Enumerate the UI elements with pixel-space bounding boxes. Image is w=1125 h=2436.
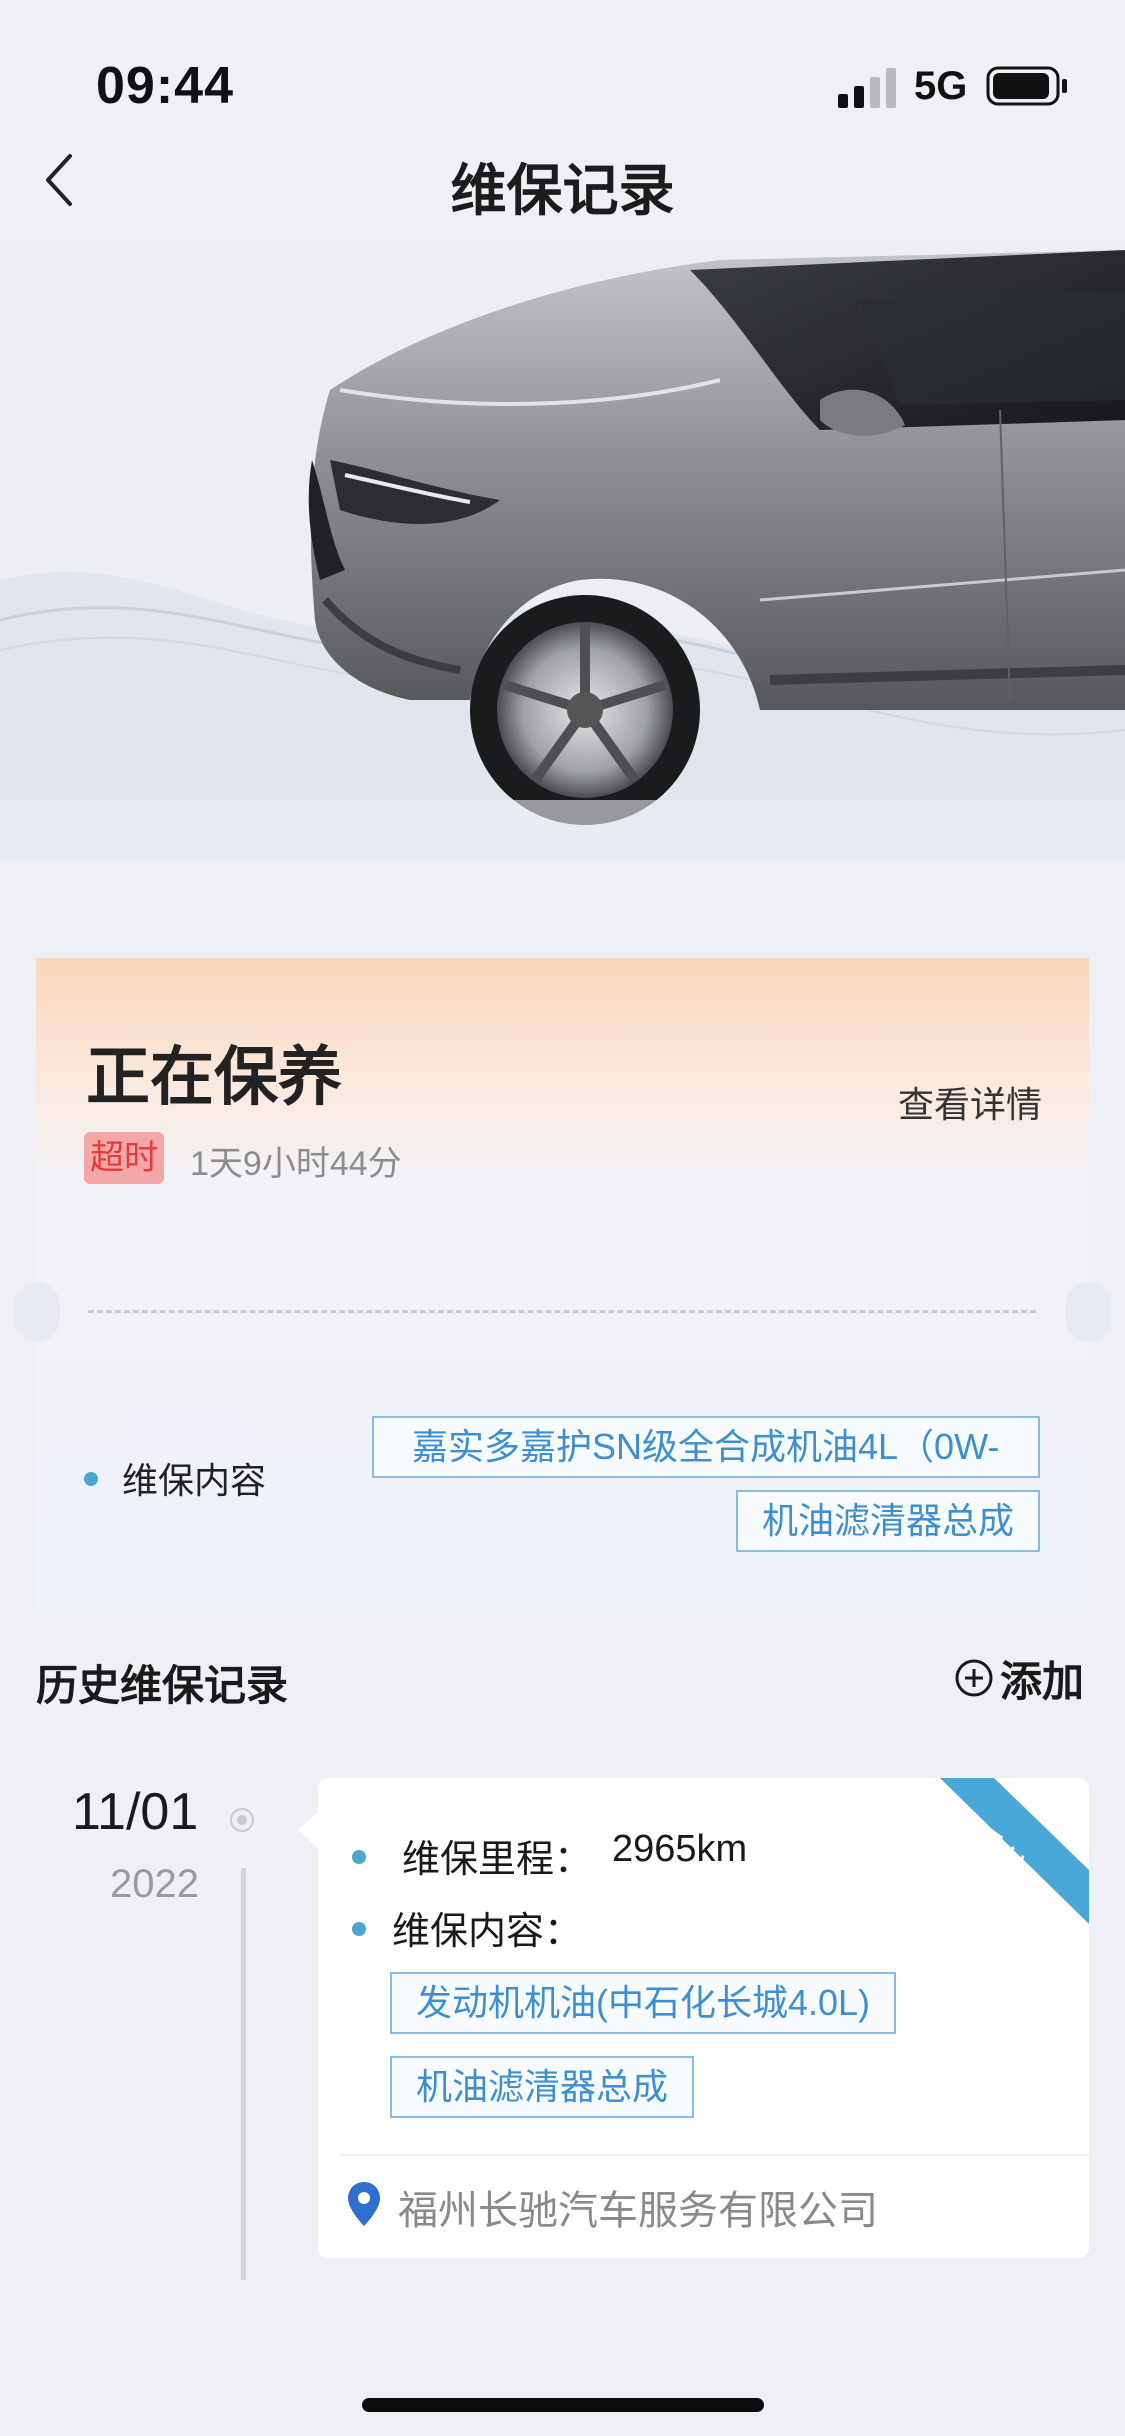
card-divider <box>88 1310 1036 1313</box>
signal-icon <box>838 68 896 108</box>
service-shop-name: 福州长驰汽车服务有限公司 <box>398 2189 878 2233</box>
timeline-node <box>230 1808 254 1832</box>
card-pointer <box>298 1810 320 1850</box>
record-item-tag: 机油滤清器总成 <box>390 2056 695 2118</box>
maintenance-item-tag: 机油滤清器总成 <box>736 1490 1041 1552</box>
home-indicator[interactable] <box>362 2398 764 2412</box>
record-year: 2022 <box>110 1862 199 1906</box>
elapsed-time: 1天9小时44分 <box>190 1145 402 1183</box>
record-date: 11/01 <box>72 1783 199 1841</box>
add-record-button[interactable]: 添加 <box>954 1650 1084 1706</box>
record-divider <box>340 2154 1089 2156</box>
bullet-dot <box>352 1922 366 1936</box>
maintenance-content-label: 维保内容 <box>122 1460 267 1501</box>
page-title: 维保记录 <box>450 159 675 222</box>
mileage-label: 维保里程： <box>402 1839 593 1881</box>
view-details-link[interactable]: 查看详情 <box>898 1076 1042 1128</box>
location-pin-icon <box>348 2182 380 2226</box>
history-section-title: 历史维保记录 <box>36 1662 289 1709</box>
card-notch-left <box>14 1282 60 1342</box>
status-time: 09:44 <box>96 57 234 115</box>
car-hero-image <box>0 240 1125 860</box>
plus-circle-icon <box>955 1659 993 1697</box>
card-notch-right <box>1065 1282 1111 1342</box>
maintenance-status-title: 正在保养 <box>86 1041 342 1113</box>
battery-icon <box>986 66 1067 106</box>
content-label: 维保内容： <box>392 1911 583 1953</box>
network-type: 5G <box>914 64 968 108</box>
maintenance-item-tag: 嘉实多嘉护SN级全合成机油4L（0W- <box>372 1416 1040 1478</box>
mileage-value: 2965km <box>612 1828 748 1870</box>
bullet-dot <box>84 1472 98 1486</box>
overtime-badge: 超时 <box>84 1132 164 1184</box>
bullet-dot <box>352 1850 366 1864</box>
record-item-tag: 发动机机油(中石化长城4.0L) <box>390 1972 897 2034</box>
timeline-line <box>241 1868 246 2280</box>
add-label: 添加 <box>1000 1657 1085 1705</box>
